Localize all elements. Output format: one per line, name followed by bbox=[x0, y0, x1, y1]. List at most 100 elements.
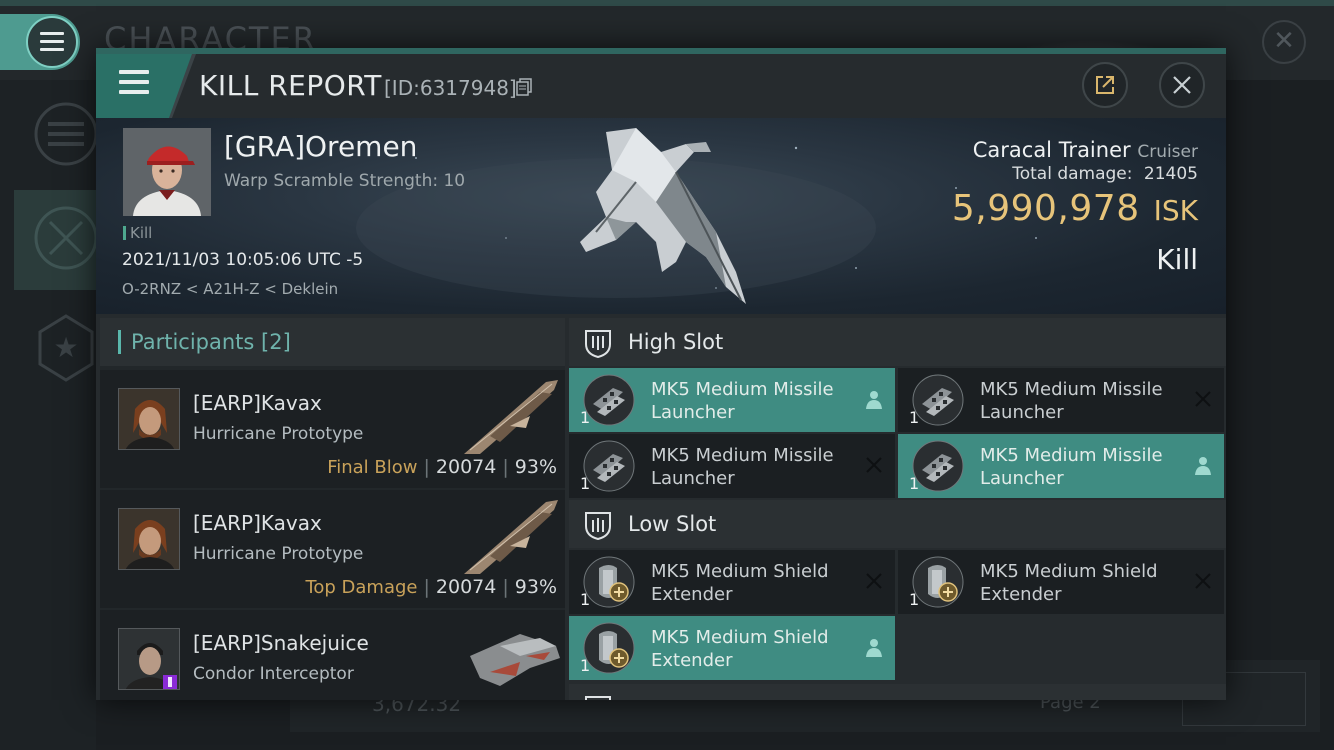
module-slot[interactable]: 1 MK5 Medium Missile Launcher bbox=[569, 368, 895, 432]
participant-tag: Final Blow bbox=[327, 457, 418, 478]
module-slot[interactable]: 1 MK5 Medium Missile Launcher bbox=[898, 368, 1224, 432]
participant-name[interactable]: [EARP]Kavax bbox=[193, 391, 322, 415]
shield-extender-icon bbox=[583, 622, 635, 674]
total-damage-value: 21405 bbox=[1143, 164, 1198, 184]
mid-slot-header-partial bbox=[569, 684, 1226, 700]
participant-avatar[interactable] bbox=[118, 388, 180, 450]
ship-summary: Caracal Trainer Cruiser Total damage: 21… bbox=[952, 138, 1198, 276]
high-slot-icon bbox=[585, 330, 611, 358]
participants-header: Participants [2] bbox=[100, 318, 565, 366]
participant-ship-image[interactable] bbox=[460, 496, 562, 578]
module-slot[interactable]: 1 MK5 Medium Shield Extender bbox=[569, 550, 895, 614]
participant-ship-image[interactable] bbox=[460, 376, 562, 458]
module-quantity: 1 bbox=[580, 408, 591, 427]
low-slot-label: Low Slot bbox=[628, 512, 717, 536]
module-icon bbox=[583, 622, 635, 674]
avatar bbox=[119, 389, 179, 449]
module-slot[interactable]: 1 MK5 Medium Shield Extender bbox=[898, 550, 1224, 614]
participant-ship-image[interactable] bbox=[460, 616, 562, 698]
shield-extender-icon bbox=[912, 556, 964, 608]
module-name: MK5 Medium Missile Launcher bbox=[980, 379, 1163, 423]
module-quantity: 1 bbox=[580, 590, 591, 609]
high-slot-header: High Slot bbox=[569, 318, 1226, 366]
close-button[interactable] bbox=[1159, 62, 1205, 108]
modal-menu-button[interactable] bbox=[96, 54, 192, 118]
module-slot[interactable]: 1 MK5 Medium Missile Launcher bbox=[898, 434, 1224, 498]
avatar bbox=[123, 128, 211, 216]
participant-avatar[interactable] bbox=[118, 628, 180, 690]
module-name: MK5 Medium Shield Extender bbox=[980, 561, 1158, 605]
kill-result: Kill bbox=[1156, 243, 1198, 276]
victim-ship-image[interactable] bbox=[566, 122, 766, 312]
missile-launcher-icon bbox=[912, 374, 964, 426]
module-icon bbox=[912, 440, 964, 492]
destroyed-icon bbox=[1195, 573, 1211, 589]
hamburger-icon bbox=[40, 32, 64, 52]
ship-line: Caracal Trainer Cruiser bbox=[952, 138, 1198, 162]
high-slot-label: High Slot bbox=[628, 330, 724, 354]
module-slot[interactable]: 1 MK5 Medium Missile Launcher bbox=[569, 434, 895, 498]
dropped-icon bbox=[1195, 457, 1211, 475]
ship-name[interactable]: Caracal Trainer bbox=[973, 138, 1131, 162]
dropped-icon bbox=[866, 639, 882, 657]
copy-icon[interactable] bbox=[516, 78, 532, 96]
isk-amount: 5,990,978 bbox=[951, 188, 1140, 229]
participant-damage: 20074 bbox=[435, 456, 497, 478]
victim-name[interactable]: [GRA]Oremen bbox=[224, 130, 417, 163]
participant-row[interactable]: [EARP]Kavax Hurricane Prototype Final Bl… bbox=[100, 370, 565, 488]
module-quantity: 1 bbox=[909, 474, 920, 493]
stat-separator: | bbox=[423, 456, 430, 478]
module-slot[interactable]: 1 MK5 Medium Shield Extender bbox=[569, 616, 895, 680]
stat-separator: | bbox=[502, 576, 509, 598]
destroyed-icon bbox=[1195, 391, 1211, 407]
total-damage: Total damage: 21405 bbox=[952, 164, 1198, 184]
participant-row[interactable]: [EARP]Kavax Hurricane Prototype Top Dama… bbox=[100, 490, 565, 608]
dropped-icon bbox=[866, 391, 882, 409]
missile-launcher-icon bbox=[912, 440, 964, 492]
victim-portrait[interactable] bbox=[123, 128, 211, 216]
participant-stats: Final Blow | 20074 | 93% bbox=[327, 456, 557, 478]
close-icon bbox=[1173, 76, 1191, 94]
background-sidebar-item-active bbox=[14, 190, 98, 290]
module-name: MK5 Medium Missile Launcher bbox=[651, 445, 834, 489]
participants-count: [2] bbox=[261, 330, 291, 354]
module-quantity: 1 bbox=[909, 408, 920, 427]
participant-row[interactable]: [EARP]Snakejuice Condor Interceptor bbox=[100, 610, 565, 700]
destroyed-icon bbox=[866, 573, 882, 589]
share-button[interactable] bbox=[1082, 62, 1128, 108]
module-name: MK5 Medium Missile Launcher bbox=[980, 445, 1163, 489]
kill-id: [ID:6317948] bbox=[384, 76, 517, 100]
module-icon bbox=[583, 556, 635, 608]
module-icon bbox=[912, 556, 964, 608]
module-quantity: 1 bbox=[909, 590, 920, 609]
low-slot-header: Low Slot bbox=[569, 500, 1226, 548]
participant-tag: Top Damage bbox=[305, 577, 418, 598]
participants-header-marker bbox=[118, 330, 121, 354]
module-name: MK5 Medium Missile Launcher bbox=[651, 379, 834, 423]
background-close-icon: ✕ bbox=[1262, 20, 1306, 64]
participant-name[interactable]: [EARP]Kavax bbox=[193, 511, 322, 535]
module-name: MK5 Medium Shield Extender bbox=[651, 627, 829, 671]
background-sidebar-item: ★ bbox=[14, 296, 96, 396]
main-menu-button[interactable] bbox=[0, 14, 80, 70]
low-slot-icon bbox=[585, 512, 611, 540]
module-icon bbox=[583, 374, 635, 426]
module-icon bbox=[583, 440, 635, 492]
stat-separator: | bbox=[423, 576, 430, 598]
victim-banner: [GRA]Oremen Warp Scramble Strength: 10 K… bbox=[96, 118, 1226, 314]
participants-title: Participants [2] bbox=[131, 330, 291, 354]
module-quantity: 1 bbox=[580, 656, 591, 675]
kill-datetime: 2021/11/03 10:05:06 UTC -5 bbox=[122, 250, 364, 270]
destroyed-icon bbox=[866, 457, 882, 473]
missile-launcher-icon bbox=[583, 440, 635, 492]
avatar bbox=[119, 509, 179, 569]
stat-separator: | bbox=[502, 456, 509, 478]
participant-ship: Hurricane Prototype bbox=[193, 544, 364, 564]
participant-name[interactable]: [EARP]Snakejuice bbox=[193, 631, 369, 655]
shield-extender-icon bbox=[583, 556, 635, 608]
participant-avatar[interactable] bbox=[118, 508, 180, 570]
kill-location[interactable]: O-2RNZ < A21H-Z < Deklein bbox=[122, 280, 338, 298]
share-icon bbox=[1096, 76, 1114, 94]
participant-ship: Hurricane Prototype bbox=[193, 424, 364, 444]
isk-unit: ISK bbox=[1153, 194, 1198, 227]
